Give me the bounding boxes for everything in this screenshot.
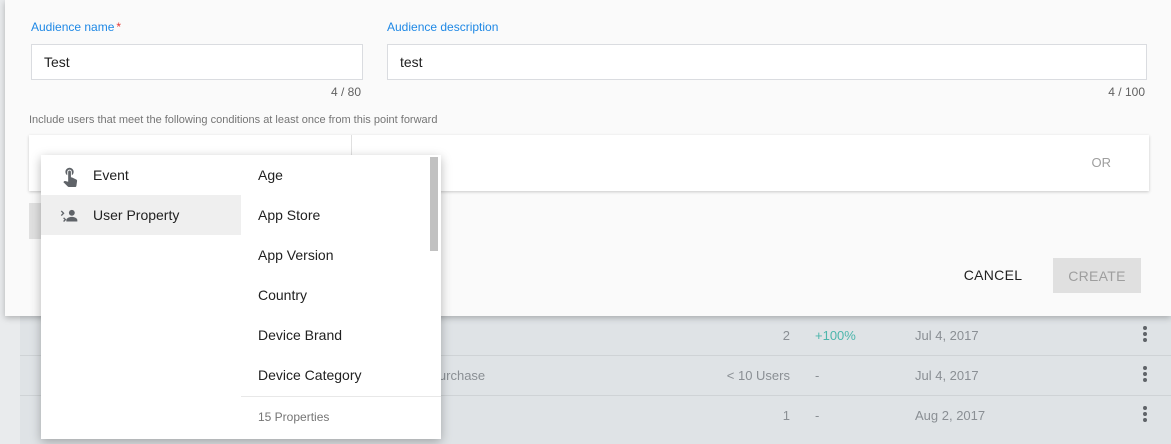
row-date: Jul 4, 2017 [915,328,979,343]
condition-type-menu: Event User Property Age App Store App Ve… [41,155,441,439]
touch-icon [59,165,81,187]
property-list: Age App Store App Version Country Device… [241,155,441,439]
more-vert-icon[interactable] [1143,406,1147,424]
create-button[interactable]: CREATE [1053,258,1141,293]
property-item[interactable]: App Version [241,235,427,275]
audience-name-label: Audience name * [31,20,122,34]
row-users: 1 [782,408,790,423]
audience-description-label: Audience description [387,20,499,34]
audience-description-counter: 4 / 100 [1108,85,1145,99]
category-label: Event [93,167,129,183]
cancel-button[interactable]: CANCEL [950,258,1036,292]
category-user-property[interactable]: User Property [41,195,241,235]
row-users: < 10 Users [726,368,790,383]
row-change: - [815,408,820,423]
category-label: User Property [93,207,180,223]
audience-description-input[interactable] [387,44,1147,80]
more-vert-icon[interactable] [1143,366,1147,384]
row-date: Aug 2, 2017 [915,408,986,423]
row-users: 2 [782,328,790,343]
menu-scrollbar[interactable] [430,157,438,251]
property-count: 15 Properties [241,396,441,439]
property-item[interactable]: Device Brand [241,315,427,355]
audience-name-input[interactable] [31,44,363,80]
property-item[interactable]: Device Category [241,355,427,395]
required-mark: * [116,20,122,34]
property-item[interactable]: App Store [241,195,427,235]
user-property-icon [59,205,81,227]
category-list: Event User Property [41,155,241,439]
more-vert-icon[interactable] [1143,326,1147,344]
audience-name-counter: 4 / 80 [330,85,361,99]
property-item[interactable]: Country [241,275,427,315]
or-button[interactable]: OR [1092,155,1112,170]
category-event[interactable]: Event [41,155,241,195]
row-change: - [815,368,820,383]
row-change: +100% [815,328,856,343]
conditions-help-text: Include users that meet the following co… [29,114,438,126]
property-item[interactable]: Age [241,155,427,195]
row-date: Jul 4, 2017 [915,368,979,383]
